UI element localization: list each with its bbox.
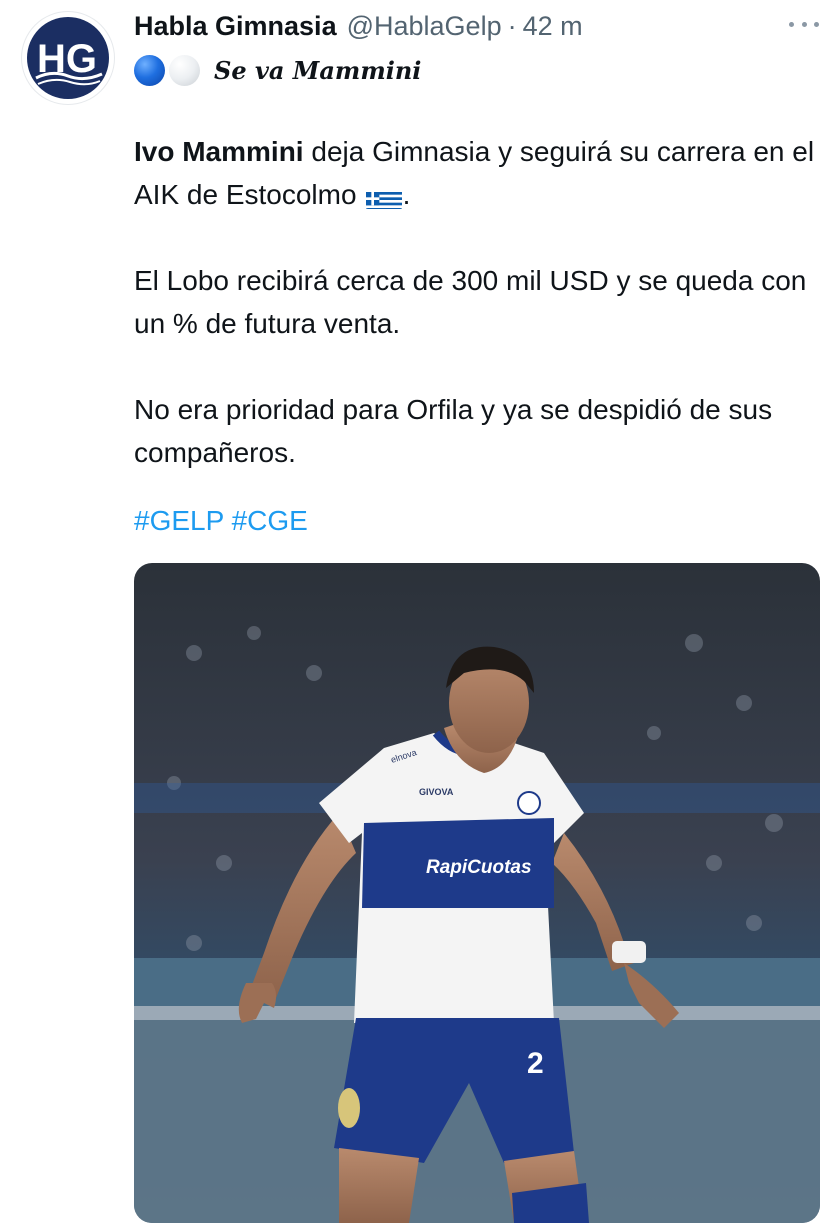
- tweet-paragraph-2: El Lobo recibirá cerca de 300 mil USD y …: [134, 265, 807, 339]
- tweet-photo[interactable]: RapiCuotas GIVOVA elnova 2: [134, 563, 820, 1223]
- display-name[interactable]: Habla Gimnasia: [134, 11, 337, 42]
- football-player-photo: RapiCuotas GIVOVA elnova 2: [134, 563, 820, 1223]
- tweet-header: Habla Gimnasia @HablaGelp · 42 m: [134, 6, 819, 46]
- shirt-sponsor-text: RapiCuotas: [426, 857, 532, 878]
- separator-dot: ·: [507, 10, 517, 41]
- timestamp[interactable]: 42 m: [523, 11, 583, 42]
- paragraph-1-end: .: [402, 179, 411, 210]
- shorts-number: 2: [527, 1047, 544, 1080]
- habla-gimnasia-logo: HG: [24, 14, 112, 102]
- blue-circle-icon: [134, 54, 165, 86]
- greece-flag-icon: [365, 185, 403, 209]
- tweet-subtitle: Se va Mammini: [214, 55, 422, 85]
- user-handle[interactable]: @HablaGelp: [347, 11, 502, 42]
- more-horizontal-icon[interactable]: [789, 12, 819, 36]
- hashtag-gelp[interactable]: #GELP: [134, 505, 224, 536]
- hashtag-cge[interactable]: #CGE: [232, 505, 308, 536]
- tweet-paragraph-1: Ivo Mammini deja Gimnasia y seguirá su c…: [134, 130, 824, 216]
- white-circle-icon: [169, 54, 200, 86]
- tweet-subtitle-row: Se va Mammini: [134, 52, 421, 88]
- tweet-paragraph-3: No era prioridad para Orfila y ya se des…: [134, 394, 773, 468]
- player-name: Ivo Mammini: [134, 136, 304, 167]
- shirt-brand-text: GIVOVA: [419, 787, 454, 797]
- hashtags: #GELP #CGE: [134, 505, 308, 537]
- avatar[interactable]: HG: [22, 12, 114, 104]
- tweet-text: Ivo Mammini deja Gimnasia y seguirá su c…: [134, 130, 824, 474]
